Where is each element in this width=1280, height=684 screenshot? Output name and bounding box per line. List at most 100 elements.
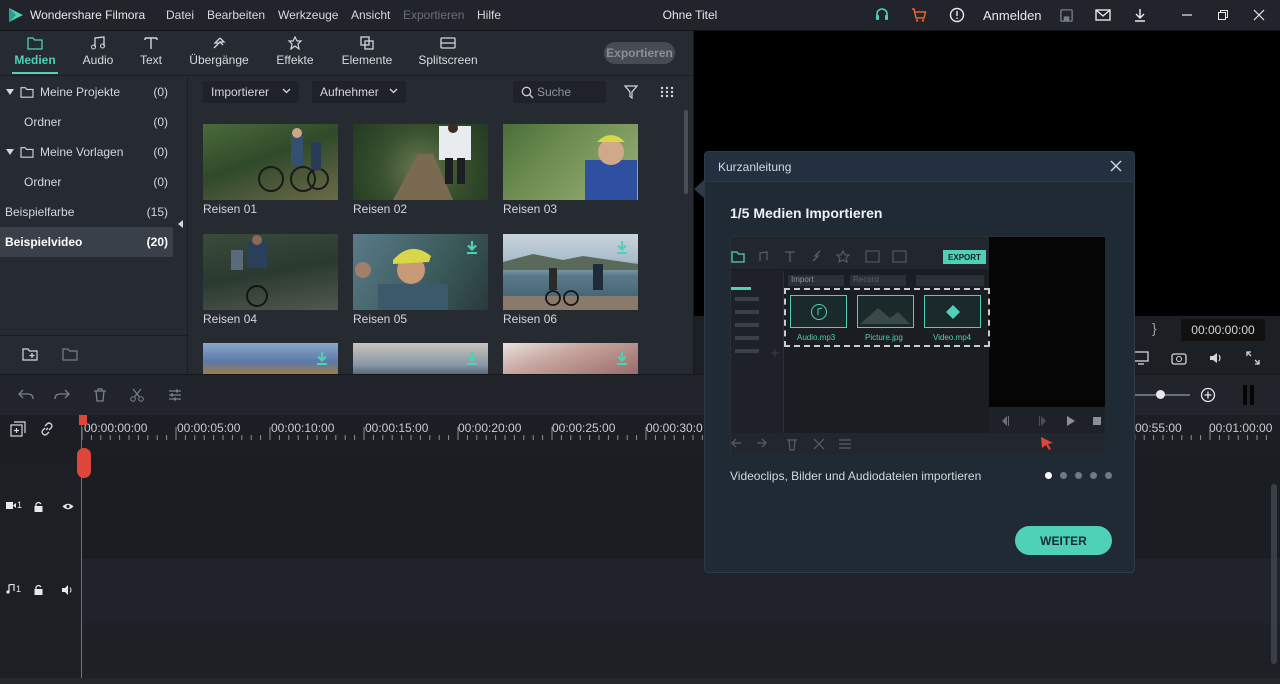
media-scrollbar[interactable]: [684, 110, 688, 194]
menu-hilfe[interactable]: Hilfe: [477, 8, 501, 22]
download-icon[interactable]: [616, 240, 628, 254]
download-icon[interactable]: [616, 351, 628, 365]
download-icon[interactable]: [466, 240, 478, 254]
media-label: Reisen 04: [203, 312, 258, 326]
step-dot[interactable]: [1090, 472, 1097, 479]
close-icon[interactable]: [1109, 159, 1123, 173]
sidebar-item-count: (0): [153, 85, 168, 99]
menu-exportieren[interactable]: Exportieren: [403, 8, 464, 22]
mini-import: Import: [788, 275, 844, 286]
ruler-tick-label: 00:01:00:00: [1209, 421, 1273, 435]
tab-effekte[interactable]: Effekte: [272, 31, 318, 76]
lock-icon[interactable]: [34, 501, 43, 512]
eye-icon[interactable]: [62, 502, 74, 511]
media-label: Reisen 01: [203, 202, 258, 216]
ruler-tick-label: 00:55:00: [1135, 421, 1182, 435]
export-button[interactable]: Exportieren: [604, 42, 675, 64]
playhead-handle[interactable]: [77, 448, 91, 478]
tab-uebergaenge[interactable]: Übergänge: [186, 31, 252, 76]
sidebar-item-beispielvideo[interactable]: Beispielvideo (20): [0, 227, 173, 257]
record-dropdown[interactable]: Aufnehmer: [312, 81, 406, 103]
headset-icon[interactable]: [871, 5, 893, 25]
cut-icon[interactable]: [130, 388, 144, 402]
app-name: Wondershare Filmora: [30, 8, 146, 22]
menu-werkzeuge[interactable]: Werkzeuge: [278, 8, 338, 22]
sidebar-item-meine-vorlagen[interactable]: Meine Vorlagen (0): [0, 137, 173, 167]
lock-icon[interactable]: [34, 584, 43, 595]
link-icon[interactable]: [39, 421, 55, 437]
collapse-sidebar-icon[interactable]: [178, 220, 183, 228]
tab-medien[interactable]: Medien: [10, 31, 60, 76]
snapshot-icon[interactable]: [1171, 351, 1187, 365]
menu-bearbeiten[interactable]: Bearbeiten: [207, 8, 265, 22]
tab-label: Elemente: [341, 53, 393, 67]
search-input[interactable]: Suche: [513, 81, 606, 103]
active-tab-indicator: [12, 72, 58, 74]
media-thumbnail[interactable]: [203, 234, 338, 310]
mail-icon[interactable]: [1092, 5, 1114, 25]
new-folder-icon[interactable]: [22, 347, 38, 361]
zoom-slider-handle[interactable]: [1156, 390, 1165, 399]
info-icon[interactable]: [946, 5, 968, 25]
sidebar-item-count: (0): [153, 175, 168, 189]
import-dropdown[interactable]: Importierer: [203, 81, 299, 103]
fullscreen-icon[interactable]: [1246, 351, 1260, 365]
tab-text[interactable]: Text: [134, 31, 168, 76]
delete-icon[interactable]: [93, 388, 107, 402]
tab-splitscreen[interactable]: Splitscreen: [416, 31, 480, 76]
tab-audio[interactable]: Audio: [78, 31, 118, 76]
step-dot-active[interactable]: [1045, 472, 1052, 479]
download-icon[interactable]: [316, 351, 328, 365]
media-thumbnail[interactable]: [503, 124, 638, 200]
playhead-marker[interactable]: [79, 415, 87, 425]
sidebar-item-ordner[interactable]: Ordner (0): [0, 107, 173, 137]
document-title: Ohne Titel: [662, 8, 718, 22]
tab-elemente[interactable]: Elemente: [338, 31, 396, 76]
media-thumbnail[interactable]: [203, 124, 338, 200]
grid-view-icon[interactable]: [660, 86, 674, 98]
media-thumbnail[interactable]: [353, 124, 488, 200]
add-track-icon[interactable]: [10, 421, 26, 437]
guide-description: Videoclips, Bilder und Audiodateien impo…: [730, 469, 982, 483]
mark-out-icon[interactable]: }: [1152, 320, 1157, 336]
video-track-label: 1: [6, 500, 22, 510]
audio-track-label: 1: [6, 584, 21, 594]
mini-cursor-icon: [1041, 437, 1053, 450]
volume-icon[interactable]: [1208, 351, 1224, 365]
step-dot[interactable]: [1105, 472, 1112, 479]
minimize-icon[interactable]: [1176, 5, 1198, 25]
sidebar-item-meine-projekte[interactable]: Meine Projekte (0): [0, 77, 173, 107]
next-button[interactable]: WEITER: [1015, 526, 1112, 555]
maximize-icon[interactable]: [1212, 5, 1234, 25]
sidebar-item-label: Ordner: [24, 175, 62, 189]
elements-icon: [360, 36, 374, 50]
download-icon[interactable]: [1129, 5, 1151, 25]
timeline-horizontal-scrollbar[interactable]: [0, 678, 1280, 684]
sidebar-item-ordner-vorlagen[interactable]: Ordner (0): [0, 167, 173, 197]
folder-outline-icon[interactable]: [62, 347, 78, 361]
media-label: Reisen 05: [353, 312, 408, 326]
menu-datei[interactable]: Datei: [166, 8, 194, 22]
tab-label: Text: [139, 53, 162, 67]
step-dot[interactable]: [1075, 472, 1082, 479]
redo-icon[interactable]: [54, 388, 70, 402]
mini-playback-icons: [1002, 416, 1101, 426]
sidebar-item-beispielfarbe[interactable]: Beispielfarbe (15): [0, 197, 173, 227]
adjust-icon[interactable]: [168, 388, 182, 402]
zoom-in-icon[interactable]: [1200, 387, 1216, 403]
save-icon[interactable]: [1055, 5, 1077, 25]
download-icon[interactable]: [466, 351, 478, 365]
divider: [0, 335, 188, 336]
sidebar-item-count: (20): [146, 235, 168, 249]
login-link[interactable]: Anmelden: [983, 8, 1042, 23]
speaker-icon[interactable]: [62, 585, 74, 595]
timeline-vertical-scrollbar[interactable]: [1271, 484, 1277, 664]
menu-ansicht[interactable]: Ansicht: [351, 8, 390, 22]
close-icon[interactable]: [1248, 5, 1270, 25]
step-dot[interactable]: [1060, 472, 1067, 479]
undo-icon[interactable]: [18, 388, 34, 402]
display-icon[interactable]: [1133, 351, 1149, 365]
track-headers: [0, 457, 82, 684]
filter-icon[interactable]: [624, 85, 638, 99]
cart-icon[interactable]: [908, 5, 930, 25]
